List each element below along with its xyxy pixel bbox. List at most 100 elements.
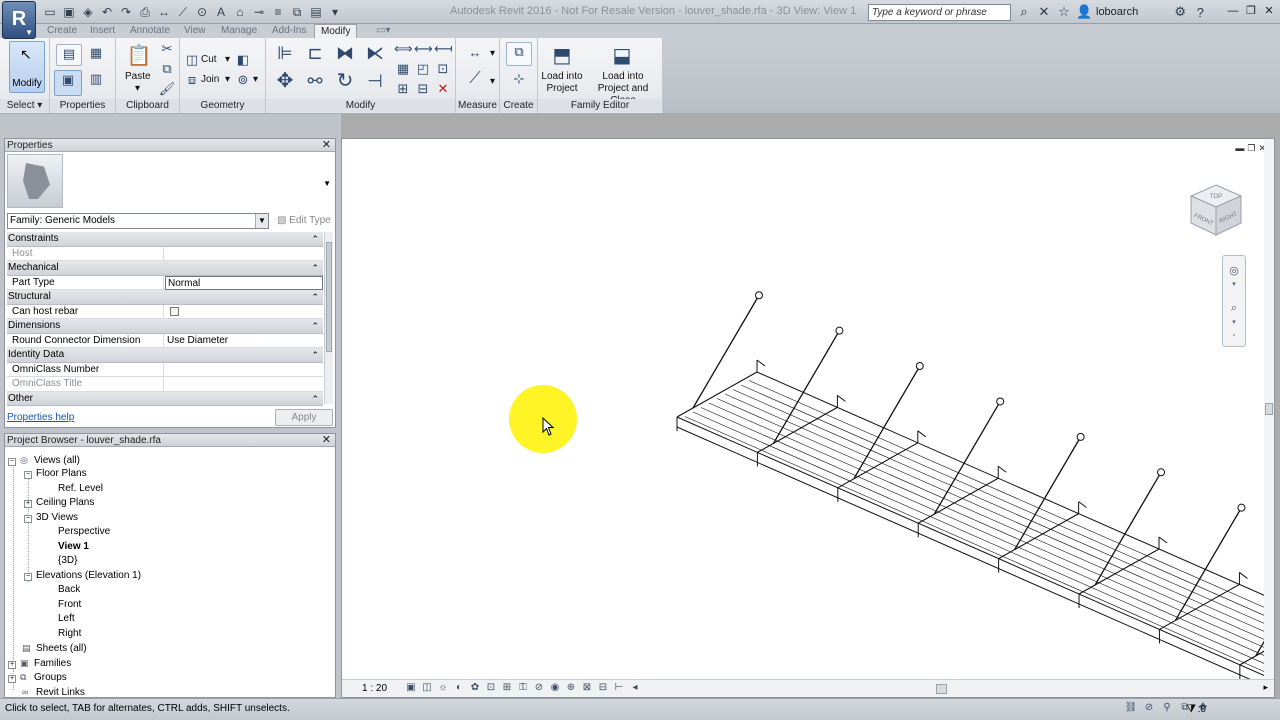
select-links-icon[interactable]: ⛓ (1124, 702, 1138, 716)
minimize-icon[interactable]: — (1224, 3, 1242, 19)
tree-item-sheets[interactable]: ▤ Sheets (all) (22, 641, 87, 655)
view-scale[interactable]: 1 : 20 (362, 683, 387, 694)
horizontal-scrollbar-thumb[interactable] (936, 684, 947, 694)
tab-create[interactable]: Create (47, 24, 77, 38)
join-button[interactable]: Join (201, 74, 219, 85)
3d-view-icon[interactable]: ⌂ (232, 4, 248, 20)
section-identity-data[interactable]: Identity Data ⌃ (7, 348, 323, 363)
tree-item-groups[interactable]: + ⧉ Groups (8, 670, 67, 684)
visual-style-icon[interactable]: ◫ (420, 682, 434, 695)
crop-view-icon[interactable]: ⊡ (484, 682, 498, 695)
aligned-dimension-icon[interactable]: ⟋ (462, 70, 488, 94)
analytical-model-icon[interactable]: ⊠ (580, 682, 594, 695)
vertical-scrollbar[interactable] (1264, 139, 1274, 687)
tree-item-3d[interactable]: {3D} (58, 554, 77, 568)
user-icon[interactable]: 👤 (1076, 4, 1092, 20)
tab-view[interactable]: View (184, 24, 206, 38)
split-face-icon[interactable]: ◧ (234, 51, 252, 69)
create-group-icon[interactable]: ⧉ (506, 42, 532, 66)
tree-item-floor-plans[interactable]: − Floor Plans (24, 467, 87, 481)
rotate-icon[interactable]: ↻ (332, 71, 358, 96)
paint-icon[interactable]: ⊚ (234, 71, 252, 89)
binoculars-icon[interactable]: ⌕ (1016, 4, 1032, 20)
family-type-selector[interactable]: Family: Generic Models ▼ (7, 213, 269, 229)
part-type-field[interactable]: Normal (165, 275, 323, 290)
split-icon[interactable]: ⟺ (394, 40, 413, 58)
copy-icon[interactable]: ⧉ (158, 60, 176, 78)
louver-shade-model[interactable] (342, 139, 1274, 679)
align-icon[interactable]: ⊫ (272, 44, 298, 68)
close-icon[interactable]: ✕ (322, 434, 331, 447)
select-pinned-icon[interactable]: ⚲ (1160, 702, 1174, 716)
join-icon[interactable]: ⧈ (183, 71, 201, 89)
mirror-draw-icon[interactable]: ⧔ (362, 44, 388, 68)
mirror-axis-icon[interactable]: ⧓ (332, 44, 358, 68)
section-mechanical[interactable]: Mechanical ⌃ (7, 261, 323, 276)
array-icon[interactable]: ▦ (394, 60, 412, 78)
viewcube[interactable]: TOP FRONT RIGHT (1187, 181, 1245, 239)
tree-item-front[interactable]: Front (58, 598, 81, 612)
tree-item-3d-views[interactable]: −3D Views (24, 511, 78, 525)
detail-level-icon[interactable]: ▣ (404, 682, 418, 695)
zoom-icon[interactable]: ⌕ (1227, 302, 1241, 316)
chevron-down-icon[interactable]: ▼ (323, 179, 331, 188)
favorites-star-icon[interactable]: ☆ (1056, 4, 1072, 20)
open-icon[interactable]: ▭ (42, 4, 58, 20)
cut-geometry-button[interactable]: Cut (201, 54, 217, 65)
shadows-icon[interactable]: ◐ (452, 682, 466, 695)
customize-qat-icon[interactable]: ▾ (327, 4, 343, 20)
reveal-hidden-icon[interactable]: ◉ (548, 682, 562, 695)
modify-button[interactable]: ↖ Modify (9, 41, 45, 93)
trim-extend-icon[interactable]: ⊣ (362, 72, 388, 96)
tree-item-revit-links[interactable]: ∞ Revit Links (22, 685, 85, 698)
panel-label-select[interactable]: Select ▾ (0, 99, 49, 112)
unpin-icon[interactable]: ⊡ (434, 60, 452, 78)
nav-bar-options-icon[interactable]: ▫ (1227, 332, 1241, 346)
scroll-right-icon[interactable]: ▸ (1263, 682, 1268, 693)
thin-lines-icon[interactable]: ≡ (270, 4, 286, 20)
property-row[interactable]: Round Connector Dimension Use Diameter (7, 333, 323, 348)
exchange-icon[interactable]: ⚙ (1172, 4, 1188, 20)
tree-item-view-1[interactable]: View 1 (58, 540, 89, 554)
worksharing-icon[interactable]: ⊕ (564, 682, 578, 695)
cope-icon[interactable]: ◫ (183, 51, 201, 69)
move-icon[interactable]: ✥ (272, 71, 298, 96)
apply-button[interactable]: Apply (275, 409, 333, 426)
tree-item-perspective[interactable]: Perspective (58, 525, 110, 539)
save-icon[interactable]: ▣ (61, 4, 77, 20)
section-structural[interactable]: Structural ⌃ (7, 290, 323, 305)
edit-type-button[interactable]: ▧ Edit Type (277, 215, 331, 226)
text-icon[interactable]: A (213, 4, 229, 20)
print-icon[interactable]: ⎙ (137, 4, 153, 20)
reveal-constraints-icon[interactable]: ⊢ (612, 682, 626, 695)
tree-item-back[interactable]: Back (58, 583, 80, 597)
highlight-displacement-icon[interactable]: ⊟ (596, 682, 610, 695)
switch-windows-icon[interactable]: ▤ (308, 4, 324, 20)
tab-annotate[interactable]: Annotate (130, 24, 170, 38)
subscription-icon[interactable]: ✕ (1036, 4, 1052, 20)
section-dimensions[interactable]: Dimensions ⌃ (7, 319, 323, 334)
offset-icon[interactable]: ⊏ (302, 44, 328, 68)
tab-manage[interactable]: Manage (221, 24, 257, 38)
minimize-view-icon[interactable]: ▬ (1235, 143, 1244, 154)
property-row[interactable]: Can host rebar (7, 304, 323, 319)
filter-icon[interactable]: ⧩ (1186, 703, 1196, 716)
delete-icon[interactable]: ✕ (434, 80, 452, 98)
create-similar-icon[interactable]: ⊹ (506, 70, 532, 94)
section-constraints[interactable]: Constraints ⌃ (7, 232, 323, 247)
section-icon[interactable]: ⊸ (251, 4, 267, 20)
show-crop-icon[interactable]: ⊞ (500, 682, 514, 695)
load-into-project-button[interactable]: Load into Project (540, 71, 584, 95)
load-and-close-icon[interactable]: ⬓ (608, 42, 636, 70)
steering-wheel-icon[interactable]: ◎ (1227, 264, 1241, 278)
chevron-down-icon[interactable]: ▾ (135, 83, 140, 94)
property-row[interactable]: OmniClass Title (7, 377, 323, 392)
tag-icon[interactable]: ⊙ (194, 4, 210, 20)
pin-icon[interactable]: ⟻ (434, 40, 453, 58)
restore-icon[interactable]: ❐ (1242, 3, 1260, 19)
unpin-element-icon[interactable]: ⊟ (414, 80, 432, 98)
minimize-ribbon-icon[interactable]: ▭▾ (376, 24, 390, 38)
search-input[interactable] (868, 4, 1011, 21)
drawing-area[interactable]: ▬ ❐ ✕ TOP FRONT RIGHT ◎ ▾ ⌕ ▾ ▫ 1 : 20 ▣… (341, 138, 1275, 698)
trim-multiple-icon[interactable]: ⊞ (394, 80, 412, 98)
